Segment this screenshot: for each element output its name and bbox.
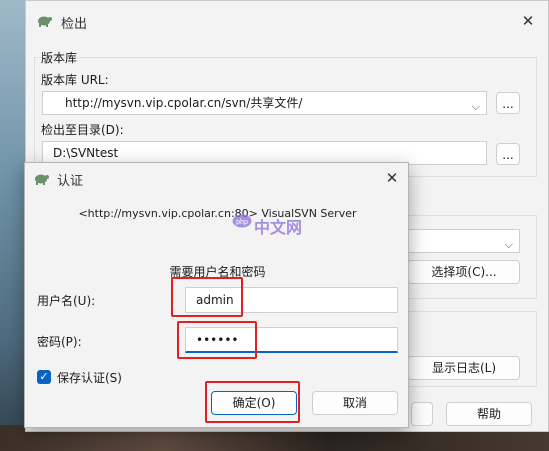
checkout-dir-label: 检出至目录(D): xyxy=(41,123,124,137)
auth-title: 认证 xyxy=(57,174,84,189)
browse-repo-button[interactable]: ... xyxy=(496,92,520,114)
tortoise-icon xyxy=(38,16,52,27)
close-icon[interactable]: ✕ xyxy=(382,168,402,188)
password-highlight xyxy=(177,321,257,359)
save-auth-checkbox[interactable]: ✓ xyxy=(37,370,51,384)
window-title: 检出 xyxy=(61,17,88,32)
cancel-button-behind[interactable] xyxy=(411,402,433,426)
depth-combobox[interactable]: ⌵ xyxy=(406,229,520,253)
repository-group-label: 版本库 xyxy=(41,51,78,65)
password-label: 密码(P): xyxy=(37,335,82,349)
username-highlight xyxy=(171,277,243,317)
show-log-button[interactable]: 显示日志(L) xyxy=(408,356,520,380)
save-auth-label: 保存认证(S) xyxy=(57,371,122,385)
server-realm-text: <http://mysvn.vip.cpolar.cn:80> VisualSV… xyxy=(78,207,357,220)
repo-url-combobox[interactable]: http://mysvn.vip.cpolar.cn/svn/共享文件/ ⌵ xyxy=(42,91,487,115)
repo-url-label: 版本库 URL: xyxy=(41,73,109,87)
auth-dialog: 认证 ✕ <http://mysvn.vip.cpolar.cn:80> Vis… xyxy=(24,162,409,428)
php-logo-icon: php xyxy=(232,214,252,228)
auth-titlebar: 认证 ✕ xyxy=(25,163,408,193)
username-label: 用户名(U): xyxy=(37,294,96,308)
browse-dir-button[interactable]: ... xyxy=(496,143,520,165)
tortoise-icon xyxy=(35,174,49,185)
desktop-background xyxy=(0,0,26,451)
repo-url-value: http://mysvn.vip.cpolar.cn/svn/共享文件/ xyxy=(65,96,303,110)
chevron-down-icon[interactable]: ⌵ xyxy=(472,96,480,118)
chevron-down-icon[interactable]: ⌵ xyxy=(505,234,513,256)
cancel-button[interactable]: 取消 xyxy=(312,391,398,415)
close-icon[interactable]: ✕ xyxy=(518,11,538,31)
svg-text:php: php xyxy=(236,219,248,226)
help-button[interactable]: 帮助 xyxy=(446,402,532,426)
options-button[interactable]: 选择项(C)... xyxy=(408,260,520,284)
checkout-dir-value: D:\SVNtest xyxy=(53,146,119,160)
ok-highlight xyxy=(205,381,300,423)
watermark-text: 中文网 xyxy=(254,218,303,237)
checkout-titlebar: 检出 ✕ xyxy=(26,1,548,41)
